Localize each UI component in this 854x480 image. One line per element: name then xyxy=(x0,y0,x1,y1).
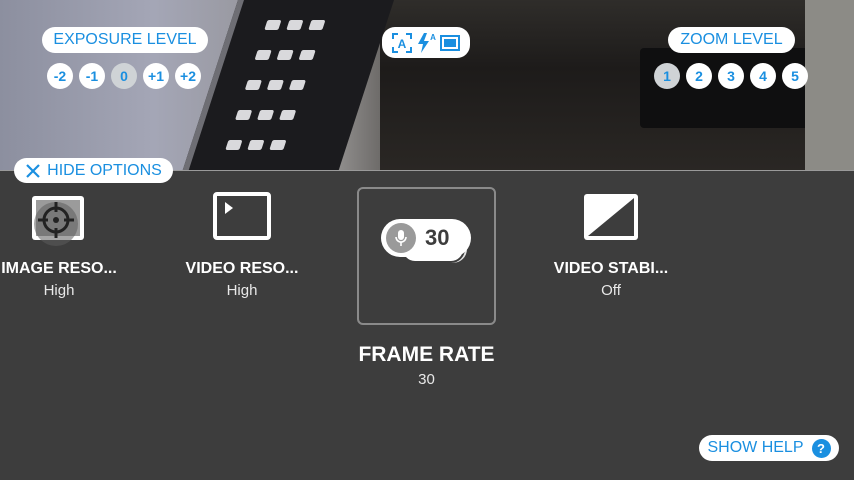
option-value: High xyxy=(43,282,75,299)
auto-focus-icon[interactable]: A xyxy=(391,32,413,54)
flash-auto-icon[interactable]: A xyxy=(415,32,437,54)
option-value: 30 xyxy=(418,371,435,388)
exposure-level-plus-2[interactable]: +2 xyxy=(175,63,201,89)
close-icon xyxy=(25,163,41,179)
preview-edge xyxy=(805,0,854,171)
video-resolution-icon xyxy=(182,190,302,248)
option-label: IMAGE RESO... xyxy=(1,260,117,277)
zoom-level-5[interactable]: 5 xyxy=(782,63,808,89)
exposure-level-title: EXPOSURE LEVEL xyxy=(42,27,208,53)
show-help-label: SHOW HELP xyxy=(707,439,804,456)
preview-device xyxy=(179,0,401,171)
zoom-level-2[interactable]: 2 xyxy=(686,63,712,89)
exposure-level-plus-1[interactable]: +1 xyxy=(143,63,169,89)
option-video-stabilization[interactable]: VIDEO STABI... Off xyxy=(548,190,674,299)
option-label: FRAME RATE xyxy=(358,343,495,366)
mode-icons-bar: A A xyxy=(382,27,470,58)
exposure-level-0[interactable]: 0 xyxy=(111,63,137,89)
zoom-level-3[interactable]: 3 xyxy=(718,63,744,89)
microphone-icon xyxy=(386,223,416,253)
help-icon: ? xyxy=(811,438,831,458)
zoom-level-1[interactable]: 1 xyxy=(654,63,680,89)
frame-rate-badge-value: 30 xyxy=(425,225,450,250)
svg-text:A: A xyxy=(398,37,407,51)
option-label: VIDEO RESO... xyxy=(185,260,299,277)
aspect-ratio-icon[interactable] xyxy=(439,32,461,54)
option-value: Off xyxy=(601,282,621,299)
option-value: High xyxy=(226,282,258,299)
stabilization-icon xyxy=(548,190,674,248)
option-video-resolution[interactable]: VIDEO RESO... High xyxy=(182,190,302,299)
svg-text:A: A xyxy=(430,33,436,42)
exposure-level-minus-2[interactable]: -2 xyxy=(47,63,73,89)
hide-options-button[interactable]: HIDE OPTIONS xyxy=(14,158,173,183)
option-frame-rate[interactable]: 30 xyxy=(357,187,496,325)
option-image-resolution[interactable]: IMAGE RESO... High xyxy=(0,190,118,299)
hide-options-label: HIDE OPTIONS xyxy=(47,161,162,179)
option-label: VIDEO STABI... xyxy=(553,260,669,277)
zoom-level-4[interactable]: 4 xyxy=(750,63,776,89)
exposure-level-minus-1[interactable]: -1 xyxy=(79,63,105,89)
zoom-level-title: ZOOM LEVEL xyxy=(668,27,795,53)
frame-rate-badge: 30 xyxy=(381,219,473,267)
image-resolution-icon xyxy=(0,190,118,248)
frame-rate-caption: FRAME RATE 30 xyxy=(340,343,513,388)
show-help-button[interactable]: SHOW HELP ? xyxy=(699,435,839,461)
